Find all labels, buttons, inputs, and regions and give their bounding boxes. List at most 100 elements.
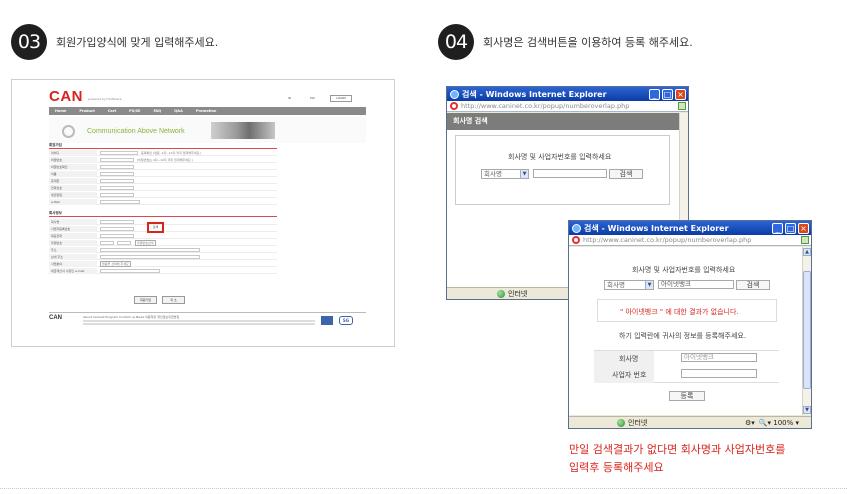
logo-subtitle: powered by f.Software — [88, 97, 122, 101]
vertical-scrollbar[interactable]: ▲ ▼ — [802, 247, 811, 415]
address-input[interactable] — [100, 248, 200, 252]
bizno-input[interactable] — [100, 227, 134, 231]
register-prompt: 하기 입력란에 귀사의 정보를 등록해주세요. — [619, 332, 747, 340]
industry-select[interactable]: 업종을 선택해 주세요 — [100, 261, 131, 267]
window-titlebar: 검색 - Windows Internet Explorer _ □ × — [447, 87, 688, 101]
page-content: 회사명 및 사업자번호를 입력하세요 회사명 ▼ 아이넷뱅크 검색 " 아이넷뱅… — [569, 247, 802, 415]
email-input[interactable] — [100, 200, 140, 204]
main-phone-input[interactable] — [100, 234, 134, 238]
maximize-icon[interactable]: □ — [662, 88, 673, 100]
popup-header: 회사명 검색 — [447, 113, 680, 130]
no-result-box: " 아이넷뱅크 " 에 대한 결과가 없습니다. — [597, 299, 777, 322]
security-icon[interactable]: ⚙▾ — [745, 419, 755, 427]
go-icon[interactable] — [678, 102, 686, 110]
url-text[interactable]: http://www.caninet.co.kr/popup/numberove… — [461, 102, 678, 110]
detail-address-input[interactable] — [100, 255, 200, 259]
step-03-header: 03 회원가입양식에 맞게 입력해주세요. — [11, 24, 218, 60]
zip-search-button[interactable]: 우편번호검색 — [135, 240, 156, 246]
nav-item[interactable]: FAQ — [153, 107, 161, 115]
field-label: 상세 주소 — [49, 254, 97, 260]
ie-icon — [572, 223, 581, 233]
search-type-select[interactable]: 회사명 ▼ — [604, 280, 654, 290]
form-row: 비밀번호확인 — [49, 164, 277, 170]
caption-line-2: 입력후 등록해주세요 — [569, 461, 664, 474]
minimize-icon[interactable]: _ — [649, 88, 660, 100]
search-instruction: 회사명 및 사업자번호를 입력하세요 — [508, 153, 612, 161]
address-bar[interactable]: http://www.caninet.co.kr/popup/numberove… — [569, 235, 811, 246]
tax-email-input[interactable] — [100, 269, 160, 273]
field-label: 생년월일 — [49, 192, 97, 198]
zoom-value: 100% — [773, 418, 794, 427]
form-row: e-Mail — [49, 199, 277, 205]
company-input[interactable] — [100, 220, 134, 224]
address-bar[interactable]: http://www.caninet.co.kr/popup/numberove… — [447, 101, 688, 112]
ie-logo-icon — [572, 236, 580, 244]
go-icon[interactable] — [801, 236, 809, 244]
submit-button[interactable]: 회원가입 — [134, 296, 157, 304]
minimize-icon[interactable]: _ — [772, 222, 783, 234]
mobile-input[interactable] — [100, 179, 134, 183]
step-number-badge: 04 — [438, 24, 474, 60]
name-input[interactable] — [100, 172, 134, 176]
maximize-icon[interactable]: □ — [785, 222, 796, 234]
register-table: 회사명 아이넷뱅크 사업자 번호 — [594, 350, 779, 383]
field-label: 전화번호 — [49, 185, 97, 191]
chevron-down-icon: ▼ — [645, 281, 653, 289]
search-input[interactable] — [533, 169, 607, 178]
company-search-highlight[interactable]: 검색 — [147, 222, 164, 233]
nav-item[interactable]: Q&A — [174, 107, 183, 115]
banner-logo-icon — [62, 125, 75, 138]
scroll-up-icon[interactable]: ▲ — [803, 248, 811, 256]
nav-item[interactable]: Cart — [108, 107, 116, 115]
window-title: 검색 - Windows Internet Explorer — [584, 223, 729, 233]
form-row: 주소 — [49, 247, 277, 253]
form-row: 아이디 중복확인 (영문, 4자~12자 까지 입력해주세요.) — [49, 150, 277, 156]
caption-line-1: 만일 검색결과가 없다면 회사명과 사업자번호를 — [569, 443, 786, 456]
close-icon[interactable]: × — [675, 88, 686, 100]
url-text[interactable]: http://www.caninet.co.kr/popup/numberove… — [583, 236, 801, 244]
field-label: 이름 — [49, 171, 97, 177]
search-type-select[interactable]: 회사명 ▼ — [481, 169, 529, 179]
bizno-label: 사업자 번호 — [612, 371, 647, 379]
signup-form-screenshot: CAN powered by f.Software ID PW LOGIN Ho… — [11, 79, 395, 347]
section-divider — [49, 148, 277, 149]
register-button[interactable]: 등록 — [669, 391, 705, 401]
phone-input[interactable] — [100, 186, 134, 190]
nav-item[interactable]: Home — [55, 107, 66, 115]
can-logo: CAN — [49, 88, 83, 105]
cancel-button[interactable]: 취 소 — [162, 296, 185, 304]
zip-input-2[interactable] — [117, 241, 131, 245]
search-button[interactable]: 검색 — [736, 280, 770, 290]
globe-icon — [617, 418, 625, 427]
id-note: 중복확인 (영문, 4자~12자 까지 입력해주세요.) — [141, 151, 202, 155]
nav-item[interactable]: Promotion — [196, 107, 217, 115]
company-input[interactable]: 아이넷뱅크 — [681, 353, 757, 362]
password-confirm-input[interactable] — [100, 165, 134, 169]
login-button[interactable]: LOGIN — [330, 95, 352, 102]
search-button[interactable]: 검색 — [609, 169, 643, 179]
nav-item[interactable]: Product — [79, 107, 94, 115]
footer-links: About Caninet Program Contact us News 이용… — [83, 315, 180, 319]
zip-input-1[interactable] — [100, 241, 114, 245]
close-icon[interactable]: × — [798, 222, 809, 234]
field-label: 사업분야 — [49, 261, 97, 267]
form-row: 상세 주소 — [49, 254, 277, 260]
search-input[interactable]: 아이넷뱅크 — [658, 280, 734, 289]
top-nav: Home Product Cart PS/SE FAQ Q&A Promotio… — [49, 107, 366, 115]
nav-item[interactable]: PS/SE — [129, 107, 140, 115]
field-label: 아이디 — [49, 150, 97, 156]
field-label: 대표전화 — [49, 233, 97, 239]
bizno-input[interactable] — [681, 369, 757, 378]
password-input[interactable] — [100, 158, 134, 162]
footer-logo: CAN — [49, 315, 62, 321]
scroll-thumb[interactable] — [803, 271, 811, 389]
scroll-down-icon[interactable]: ▼ — [803, 406, 811, 414]
id-label: ID — [288, 96, 292, 100]
id-input[interactable] — [100, 151, 138, 155]
form-row: 비밀번호 (비밀번호는 4자~12자 까지 입력해주세요.) — [49, 157, 277, 163]
birthdate-input[interactable] — [100, 193, 134, 197]
zoom-control[interactable]: 🔍▾ 100% ▾ — [759, 419, 799, 427]
company-label: 회사명 — [619, 355, 639, 363]
caption-note: 만일 검색결과가 없다면 회사명과 사업자번호를 입력후 등록해주세요 — [569, 441, 785, 477]
status-bar: 인터넷 ⚙▾ 🔍▾ 100% ▾ — [569, 416, 811, 428]
